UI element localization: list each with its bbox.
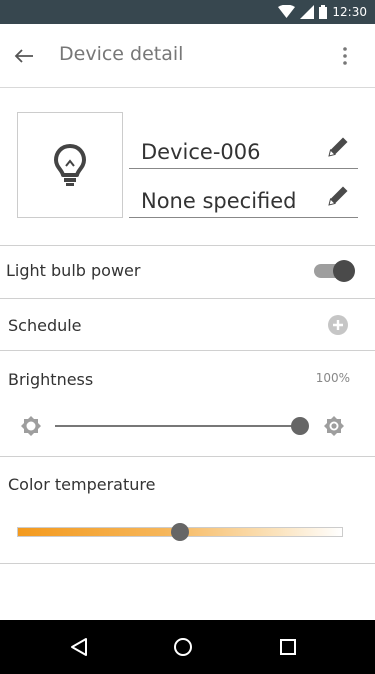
device-location-value: None specified [141, 189, 297, 213]
power-label: Light bulb power [6, 261, 141, 280]
status-time: 12:30 [332, 5, 367, 19]
more-vert-icon [343, 47, 347, 65]
status-bar: 12:30 [0, 0, 375, 24]
cellular-signal-icon [300, 5, 315, 19]
nav-recents-button[interactable] [275, 634, 301, 660]
pencil-icon [328, 186, 348, 206]
system-navigation-bar [0, 620, 375, 674]
brightness-label: Brightness [8, 370, 94, 389]
brightness-slider-track[interactable] [55, 425, 300, 427]
device-name-field[interactable]: Device-006 [129, 129, 358, 169]
brightness-low-button[interactable] [19, 414, 43, 438]
add-schedule-button[interactable] [328, 315, 348, 335]
triangle-back-icon [71, 638, 87, 656]
app-bar: Device detail [0, 24, 375, 88]
status-icons: 12:30 [278, 3, 367, 21]
arrow-back-icon [14, 49, 33, 63]
brightness-low-icon [21, 416, 41, 436]
nav-back-button[interactable] [66, 634, 92, 660]
overflow-menu-button[interactable] [329, 40, 361, 72]
circle-home-icon [174, 638, 192, 656]
device-thumbnail [17, 112, 123, 218]
nav-home-button[interactable] [170, 634, 196, 660]
divider [0, 350, 375, 351]
brightness-high-icon [324, 416, 344, 436]
divider [0, 298, 375, 299]
back-button[interactable] [8, 40, 40, 72]
divider [0, 456, 375, 457]
square-recents-icon [280, 639, 296, 655]
plus-icon [333, 320, 343, 330]
brightness-slider-thumb[interactable] [291, 417, 309, 435]
lightbulb-icon [54, 144, 86, 186]
device-name-value: Device-006 [141, 140, 261, 164]
page-title: Device detail [59, 43, 184, 65]
color-temperature-slider-thumb[interactable] [171, 523, 189, 541]
edit-location-button[interactable] [324, 182, 352, 210]
toggle-thumb [333, 260, 355, 282]
power-toggle[interactable] [312, 259, 356, 283]
pencil-icon [328, 137, 348, 157]
edit-name-button[interactable] [324, 133, 352, 161]
wifi-icon [278, 5, 296, 18]
color-temperature-label: Color temperature [8, 475, 156, 494]
divider [0, 563, 375, 564]
battery-icon [319, 5, 328, 19]
device-location-field[interactable]: None specified [129, 178, 358, 218]
brightness-high-button[interactable] [322, 414, 346, 438]
divider [0, 245, 375, 246]
schedule-label: Schedule [8, 316, 82, 335]
brightness-value: 100% [315, 371, 350, 385]
